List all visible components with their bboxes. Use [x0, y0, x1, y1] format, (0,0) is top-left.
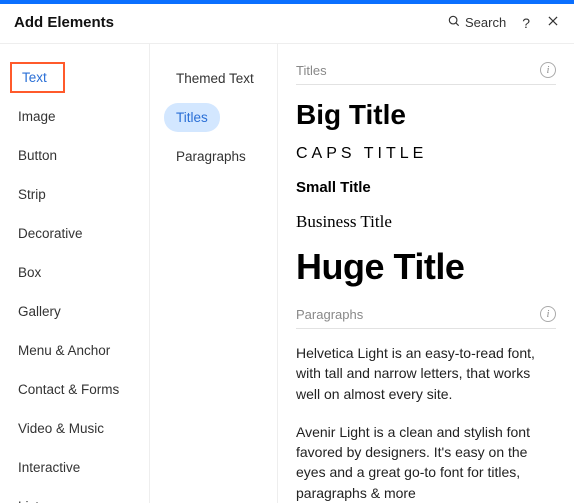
title-sample-small[interactable]: Small Title: [296, 179, 556, 196]
section-header-paragraphs: Paragraphs i: [296, 306, 556, 329]
title-sample-business[interactable]: Business Title: [296, 212, 556, 232]
category-interactive[interactable]: Interactive: [0, 452, 149, 483]
search-icon: [447, 14, 461, 31]
info-icon[interactable]: i: [540, 306, 556, 322]
subcategory-list: Themed Text Titles Paragraphs: [150, 44, 278, 503]
title-sample-caps[interactable]: CAPS TITLE: [296, 145, 556, 163]
panel-header: Add Elements Search ?: [0, 4, 574, 44]
subcategory-themed-text[interactable]: Themed Text: [164, 64, 266, 93]
category-image[interactable]: Image: [0, 101, 149, 132]
title-sample-big[interactable]: Big Title: [296, 99, 556, 131]
category-menu-anchor[interactable]: Menu & Anchor: [0, 335, 149, 366]
category-box[interactable]: Box: [0, 257, 149, 288]
title-sample-huge[interactable]: Huge Title: [296, 246, 556, 288]
section-header-titles: Titles i: [296, 62, 556, 85]
category-decorative[interactable]: Decorative: [0, 218, 149, 249]
info-icon[interactable]: i: [540, 62, 556, 78]
paragraph-sample-helvetica[interactable]: Helvetica Light is an easy-to-read font,…: [296, 343, 556, 404]
category-gallery[interactable]: Gallery: [0, 296, 149, 327]
preview-pane: Titles i Big Title CAPS TITLE Small Titl…: [278, 44, 574, 503]
paragraph-sample-avenir[interactable]: Avenir Light is a clean and stylish font…: [296, 422, 556, 503]
close-icon: [546, 14, 560, 31]
category-list[interactable]: List: [0, 491, 149, 503]
panel-body: Text Image Button Strip Decorative Box G…: [0, 44, 574, 503]
search-button[interactable]: Search: [447, 14, 506, 31]
subcategory-titles[interactable]: Titles: [164, 103, 220, 132]
category-contact-forms[interactable]: Contact & Forms: [0, 374, 149, 405]
close-button[interactable]: [546, 14, 560, 31]
section-label-paragraphs: Paragraphs: [296, 307, 363, 322]
panel-title: Add Elements: [14, 14, 447, 31]
category-strip[interactable]: Strip: [0, 179, 149, 210]
category-video-music[interactable]: Video & Music: [0, 413, 149, 444]
help-button[interactable]: ?: [520, 15, 532, 31]
search-label: Search: [465, 15, 506, 30]
header-actions: Search ?: [447, 14, 560, 31]
subcategory-paragraphs[interactable]: Paragraphs: [164, 142, 258, 171]
category-list: Text Image Button Strip Decorative Box G…: [0, 44, 150, 503]
category-button[interactable]: Button: [0, 140, 149, 171]
section-label-titles: Titles: [296, 63, 327, 78]
category-text[interactable]: Text: [10, 62, 65, 93]
